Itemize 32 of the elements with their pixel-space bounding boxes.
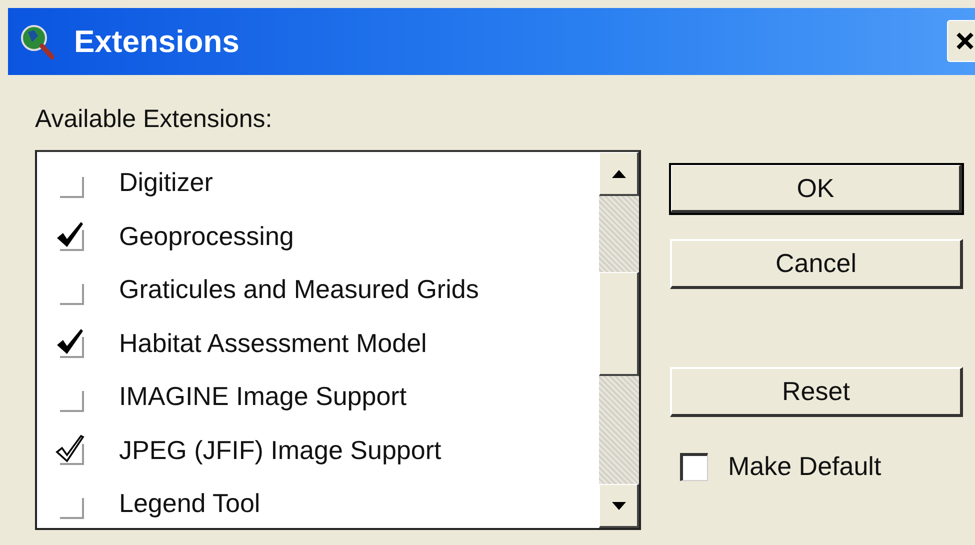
checkbox[interactable] <box>55 220 85 252</box>
scroll-down-button[interactable] <box>599 484 639 528</box>
extension-name: Digitizer <box>119 167 213 198</box>
extension-name: Habitat Assessment Model <box>119 328 427 359</box>
extension-item[interactable]: Geoprocessing <box>37 210 599 263</box>
dialog-button[interactable]: OK <box>670 164 963 214</box>
scroll-thumb[interactable] <box>599 272 639 376</box>
close-icon <box>954 30 975 52</box>
scroll-up-button[interactable] <box>599 152 639 196</box>
extension-item[interactable]: Graticules and Measured Grids <box>37 263 599 316</box>
make-default-label: Make Default <box>728 451 882 482</box>
extension-item[interactable]: Habitat Assessment Model <box>37 316 599 370</box>
extension-name: JPEG (JFIF) Image Support <box>119 434 442 466</box>
extension-item[interactable]: IMAGINE Image Support <box>37 370 599 424</box>
globe-magnifier-icon <box>20 24 54 60</box>
make-default-checkbox[interactable] <box>680 452 708 480</box>
dialog-button[interactable]: Reset <box>670 367 963 417</box>
dialog-button[interactable]: Cancel <box>670 239 963 289</box>
extension-item[interactable]: Legend Tool <box>37 477 599 530</box>
extension-name: Graticules and Measured Grids <box>119 274 479 306</box>
extension-item[interactable]: Digitizer <box>37 156 599 210</box>
window-title: Extensions <box>74 24 240 60</box>
list-label: Available Extensions: <box>35 105 274 135</box>
extension-name: IMAGINE Image Support <box>119 381 407 412</box>
extension-name: Legend Tool <box>119 488 260 520</box>
up-arrow-icon <box>612 170 626 178</box>
extension-name: Geoprocessing <box>119 220 294 252</box>
checkbox[interactable] <box>55 434 85 466</box>
extension-item[interactable]: JPEG (JFIF) Image Support <box>37 424 599 477</box>
down-arrow-icon <box>612 502 626 510</box>
scrollbar[interactable] <box>599 152 639 528</box>
checkbox[interactable] <box>55 327 85 360</box>
